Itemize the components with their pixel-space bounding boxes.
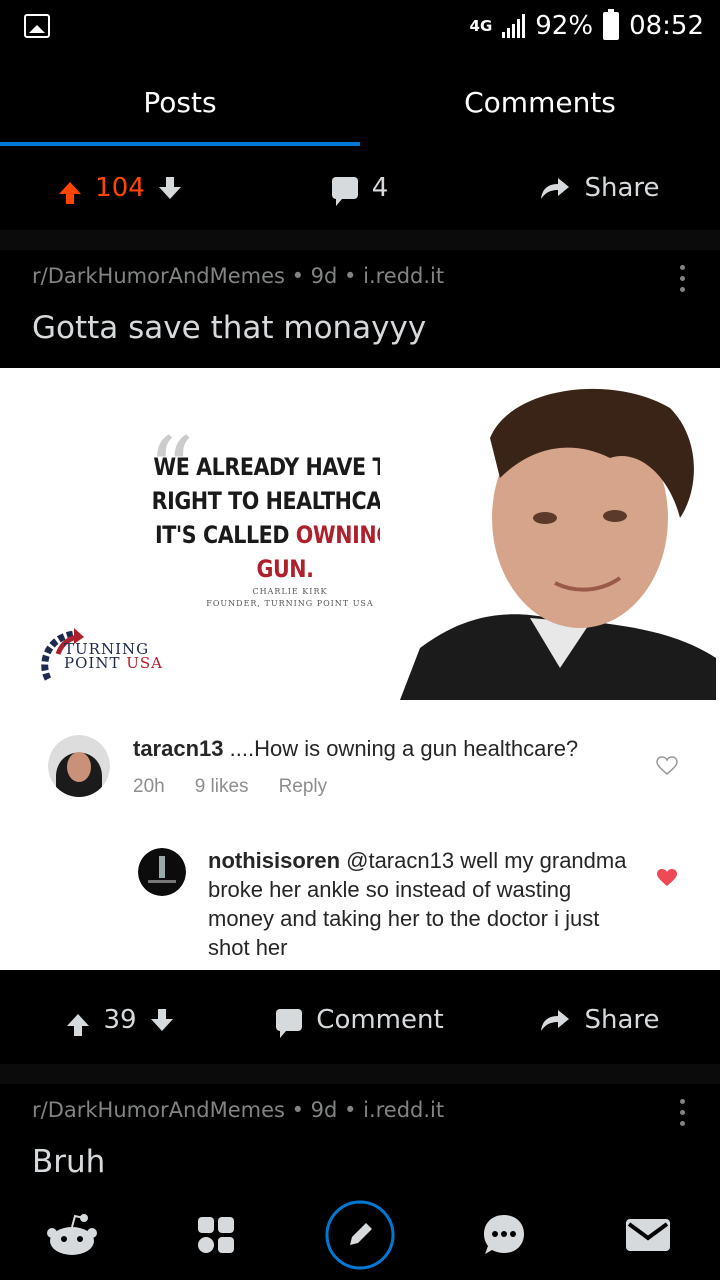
image-icon — [24, 14, 50, 38]
author-name: CHARLIE KIRK — [252, 587, 328, 596]
vote-count: 104 — [95, 173, 145, 203]
upvote-icon[interactable] — [67, 1014, 90, 1036]
comment-text: taracn13 ....How is owning a gun healthc… — [133, 734, 653, 763]
share-label: Share — [584, 1005, 660, 1035]
logo-usa: USA — [126, 654, 163, 672]
comment-time: 20h — [133, 776, 165, 797]
communities-icon[interactable] — [176, 1195, 256, 1275]
post-title[interactable]: Gotta save that monayyy — [32, 310, 426, 346]
profile-tabs: Posts Comments — [0, 52, 720, 146]
battery-percent: 92% — [535, 11, 594, 41]
share-icon — [541, 1010, 570, 1031]
upvote-icon[interactable] — [59, 182, 82, 204]
logo-line-2: POINT USA — [64, 654, 163, 672]
comment-icon — [276, 1009, 303, 1038]
downvote-icon[interactable] — [158, 177, 181, 199]
comment-username: nothisisoren — [208, 848, 341, 873]
comment-count: 4 — [371, 173, 389, 203]
downvote-icon[interactable] — [150, 1009, 173, 1031]
share-icon — [541, 178, 570, 199]
more-options-icon[interactable] — [680, 265, 686, 292]
inbox-icon[interactable] — [608, 1195, 688, 1275]
share-button[interactable]: Share — [480, 173, 720, 203]
vote-group: 104 — [0, 173, 240, 204]
comment-meta: 20h 9 likes Reply — [133, 776, 327, 798]
divider — [0, 1064, 720, 1084]
chat-icon[interactable] — [464, 1195, 544, 1275]
divider — [0, 230, 720, 250]
comment-body: ....How is owning a gun healthcare? — [223, 736, 579, 761]
status-bar: 4G 92% 08:52 — [0, 0, 720, 52]
share-button[interactable]: Share — [480, 1005, 720, 1035]
previous-post-actions: 104 4 Share — [0, 146, 720, 230]
comment-text: nothisisoren @taracn13 well my grandma b… — [208, 846, 628, 962]
comments-button[interactable]: 4 — [240, 173, 480, 206]
portrait-photo — [380, 368, 716, 700]
battery-icon — [603, 9, 620, 40]
turning-point-wordmark: TURNING POINT USA — [64, 642, 163, 672]
quote-author: CHARLIE KIRK FOUNDER, TURNING POINT USA — [200, 586, 380, 610]
avatar — [138, 848, 186, 896]
quote-line-3-prefix: IT'S CALLED — [154, 521, 296, 549]
heart-filled-icon — [657, 869, 677, 886]
more-options-icon[interactable] — [680, 1099, 686, 1126]
vote-group: 39 — [0, 1005, 240, 1036]
avatar — [48, 735, 110, 797]
clock: 08:52 — [629, 11, 704, 41]
status-right: 4G 92% 08:52 — [470, 8, 704, 44]
comment-icon — [331, 177, 358, 206]
comment-likes: 9 likes — [194, 776, 249, 797]
post-actions: 39 Comment Share — [0, 978, 720, 1062]
network-type: 4G — [469, 17, 493, 35]
tab-posts[interactable]: Posts — [0, 52, 360, 146]
logo-line-2-prefix: POINT — [64, 654, 127, 672]
post-meta[interactable]: r/DarkHumorAndMemes • 9d • i.redd.it — [32, 264, 444, 288]
heart-outline-icon — [656, 756, 678, 775]
home-icon[interactable] — [32, 1195, 112, 1275]
author-role: FOUNDER, TURNING POINT USA — [206, 599, 374, 608]
signal-icon — [502, 14, 526, 38]
vote-count: 39 — [103, 1005, 137, 1035]
comment-reply: Reply — [278, 776, 328, 797]
comment-username: taracn13 — [133, 736, 224, 761]
share-label: Share — [584, 173, 660, 203]
comment-label: Comment — [316, 1005, 444, 1035]
post-meta[interactable]: r/DarkHumorAndMemes • 9d • i.redd.it — [32, 1098, 444, 1122]
post-title[interactable]: Bruh — [32, 1144, 105, 1180]
bottom-nav — [0, 1190, 720, 1280]
comment-button[interactable]: Comment — [240, 1005, 480, 1038]
create-post-icon[interactable] — [320, 1195, 400, 1275]
tab-comments[interactable]: Comments — [360, 52, 720, 146]
